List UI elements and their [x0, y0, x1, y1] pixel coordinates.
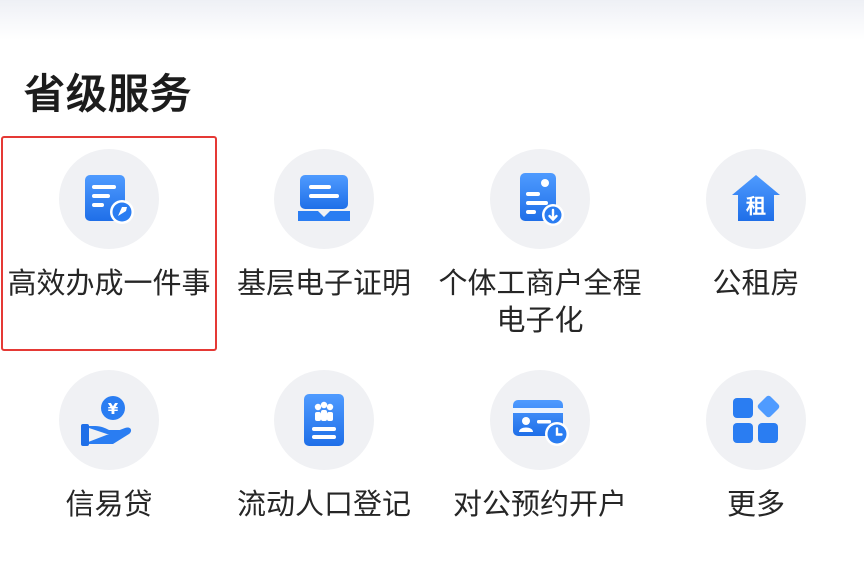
- service-tile-individual-business[interactable]: 个体工商户全程电子化: [432, 136, 648, 351]
- service-label: 信易贷: [65, 487, 153, 521]
- service-tile-floating-population[interactable]: 流动人口登记: [216, 357, 432, 572]
- service-tile-corporate-account[interactable]: 对公预约开户: [432, 357, 648, 572]
- service-tile-grassroots-certificate[interactable]: 基层电子证明: [216, 136, 432, 351]
- service-tile-more[interactable]: 更多: [648, 357, 864, 572]
- people-register-icon: [304, 394, 344, 446]
- service-label: 个体工商户全程电子化: [438, 266, 642, 337]
- rent-house-icon-text: 租: [746, 194, 766, 218]
- icon-circle: [706, 370, 806, 470]
- service-label: 更多: [726, 487, 785, 521]
- icon-circle: [274, 149, 374, 249]
- service-label: 高效办成一件事: [7, 266, 211, 300]
- service-tile-efficient-affairs[interactable]: 高效办成一件事: [1, 136, 217, 351]
- service-label: 流动人口登记: [236, 487, 411, 521]
- certificate-icon: [298, 175, 350, 221]
- icon-circle: [490, 370, 590, 470]
- icon-circle: ¥: [59, 370, 159, 470]
- hand-coin-icon: ¥: [81, 396, 132, 446]
- card-clock-icon: [513, 400, 569, 446]
- document-download-icon: [520, 173, 564, 226]
- service-grid: 高效办成一件事 基层电子证明 个体工商户全程电子化 租 公租房 ¥ 信易贷 流动…: [0, 0, 864, 585]
- service-tile-public-rental[interactable]: 租 公租房: [648, 136, 864, 351]
- service-tile-credit-loan[interactable]: ¥ 信易贷: [1, 357, 217, 572]
- document-rocket-icon: [85, 175, 134, 224]
- service-label: 对公预约开户: [452, 487, 627, 521]
- service-label: 基层电子证明: [236, 266, 411, 300]
- icon-circle: [59, 149, 159, 249]
- grid-apps-icon: [733, 395, 780, 443]
- hand-coin-icon-text: ¥: [108, 400, 119, 418]
- service-label: 公租房: [712, 266, 800, 300]
- icon-circle: 租: [706, 149, 806, 249]
- icon-circle: [274, 370, 374, 470]
- icon-circle: [490, 149, 590, 249]
- rent-house-icon: 租: [732, 175, 780, 221]
